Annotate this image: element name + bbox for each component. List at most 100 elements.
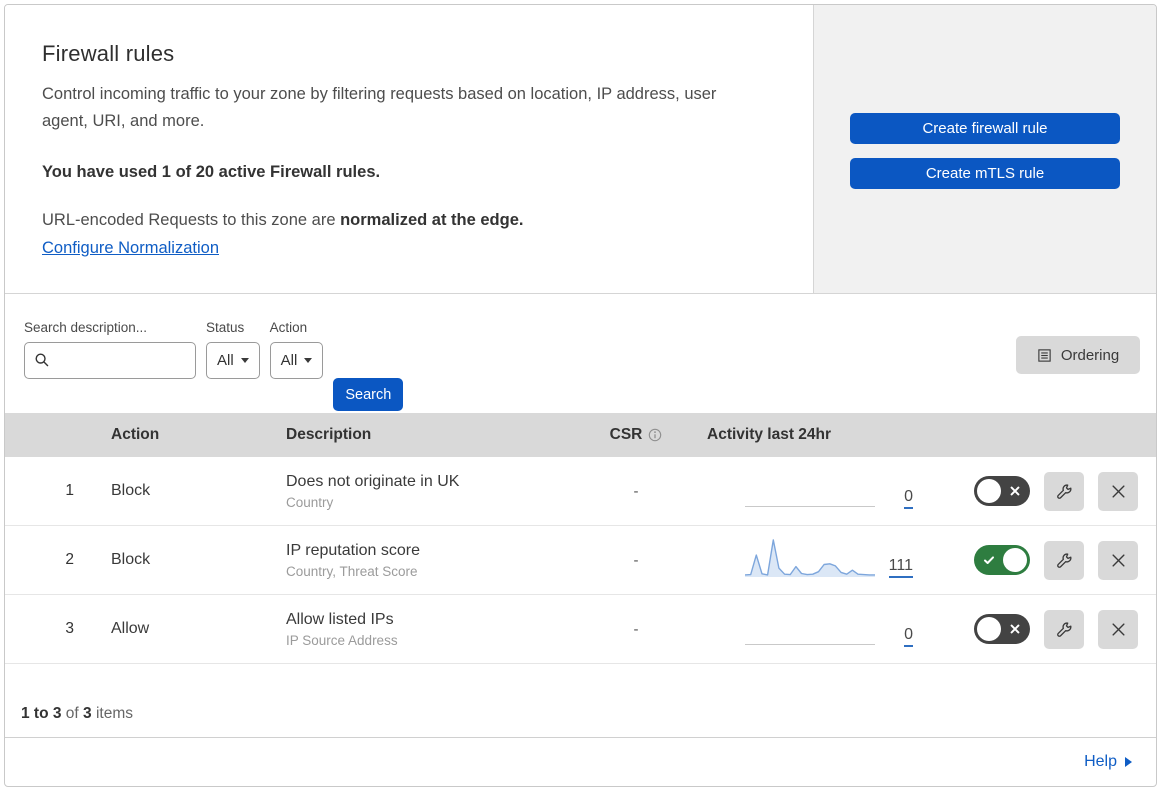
rule-activity-cell: 0 [691,457,921,525]
rule-csr-value: - [633,620,639,638]
rule-description: Does not originate in UK [286,472,460,490]
of-text: of [65,705,79,722]
close-icon [1111,553,1125,567]
help-label: Help [1084,753,1117,770]
filter-bar: Search description... Status All Action … [5,294,1156,413]
delete-rule-button[interactable] [1098,471,1138,511]
delete-rule-button[interactable] [1098,540,1138,580]
activity-sparkline-flat [745,506,875,509]
usage-note: You have used 1 of 20 active Firewall ru… [42,163,381,181]
rule-description: IP reputation score [286,541,421,559]
status-filter-group: Status All [206,320,260,379]
description-column-header: Description [286,426,372,443]
firewall-rules-panel: Firewall rules Control incoming traffic … [4,4,1157,787]
total-text: 3 [83,705,92,722]
delete-rule-button[interactable] [1098,609,1138,649]
edit-rule-button[interactable] [1044,609,1084,649]
rule-enabled-toggle[interactable] [974,614,1030,644]
activity-count-link[interactable]: 0 [904,627,913,647]
rule-priority: 2 [65,551,74,568]
wrench-icon [1056,621,1071,637]
ordering-button[interactable]: Ordering [1016,336,1140,374]
status-select[interactable]: All [206,342,260,379]
table-row: 3 Allow Allow listed IPs IP Source Addre… [5,595,1156,664]
chevron-down-icon [240,358,249,363]
rule-controls [921,609,1156,649]
action-label: Action [269,320,308,335]
info-icon[interactable] [648,428,662,442]
edit-rule-button[interactable] [1044,540,1084,580]
toggle-knob [977,479,1001,503]
items-text: items [95,705,134,722]
table-row: 1 Block Does not originate in UK Country… [5,457,1156,526]
rule-controls [921,540,1156,580]
create-firewall-rule-button[interactable]: Create firewall rule [850,113,1120,144]
intro-card: Firewall rules Control incoming traffic … [5,5,813,293]
status-label: Status [206,320,245,335]
activity-count-link[interactable]: 0 [904,489,913,509]
activity-count-link[interactable]: 111 [888,558,913,578]
close-icon [1111,622,1125,636]
wrench-icon [1056,483,1071,499]
rule-priority: 3 [65,620,74,637]
rule-description-cell: Does not originate in UK Country [266,473,581,510]
rule-description-cell: Allow listed IPs IP Source Address [266,611,581,648]
actions-panel: Create firewall rule Create mTLS rule [813,5,1156,293]
action-select[interactable]: All [269,342,324,379]
toggle-knob [977,617,1001,641]
search-icon [35,353,49,367]
table-row: 2 Block IP reputation score Country, Thr… [5,526,1156,595]
rule-csr-value: - [633,551,639,569]
rule-enabled-toggle[interactable] [974,476,1030,506]
edit-rule-button[interactable] [1044,471,1084,511]
rule-enabled-toggle[interactable] [974,545,1030,575]
ordering-list-icon [1038,348,1051,362]
rule-fields: IP Source Address [286,632,398,648]
action-column-header: Action [111,426,160,443]
activity-sparkline [745,536,875,578]
x-icon [1010,624,1020,634]
csr-column-header: CSR [581,426,691,444]
page-description: Control incoming traffic to your zone by… [42,85,717,130]
status-selected-value: All [217,352,234,369]
check-icon [984,556,994,564]
page-title: Firewall rules [42,41,175,66]
rule-priority: 1 [65,482,74,499]
rule-fields: Country, Threat Score [286,563,418,579]
normalization-prefix: URL-encoded Requests to this zone are [42,211,341,229]
search-box [24,342,196,379]
x-icon [1010,486,1020,496]
rule-activity-cell: 0 [691,595,921,663]
rule-controls [921,471,1156,511]
ordering-label: Ordering [1060,346,1120,364]
arrow-right-icon [1125,757,1132,767]
rule-action: Block [111,551,151,568]
action-filter-group: Action All [269,320,324,379]
chevron-down-icon [304,358,313,363]
action-selected-value: All [280,352,298,369]
pagination-summary: 1 to 3 of 3 items [5,664,1156,737]
rule-action: Allow [111,620,150,637]
wrench-icon [1056,552,1071,568]
search-label: Search description... [24,320,148,335]
rule-description-cell: IP reputation score Country, Threat Scor… [266,542,581,579]
csr-label: CSR [609,426,643,443]
help-link[interactable]: Help [1084,753,1132,771]
rule-csr-value: - [633,482,639,500]
configure-normalization-link[interactable]: Configure Normalization [42,239,219,258]
table-header: Action Description CSR Activity last 24h… [5,413,1156,457]
normalization-bold: normalized at the edge. [340,211,524,229]
range-text: 1 to 3 [21,705,62,722]
search-group: Search description... [24,320,196,379]
help-bar: Help [5,737,1156,786]
activity-sparkline-flat [745,644,875,647]
rule-description: Allow listed IPs [286,610,394,628]
activity-column-header: Activity last 24hr [707,426,832,443]
toggle-knob [1003,548,1027,572]
create-mtls-rule-button[interactable]: Create mTLS rule [850,158,1120,189]
close-icon [1111,484,1125,498]
search-button[interactable]: Search [333,378,404,411]
rule-fields: Country [286,494,334,510]
top-section: Firewall rules Control incoming traffic … [5,5,1156,294]
normalization-note: URL-encoded Requests to this zone are no… [42,211,773,230]
